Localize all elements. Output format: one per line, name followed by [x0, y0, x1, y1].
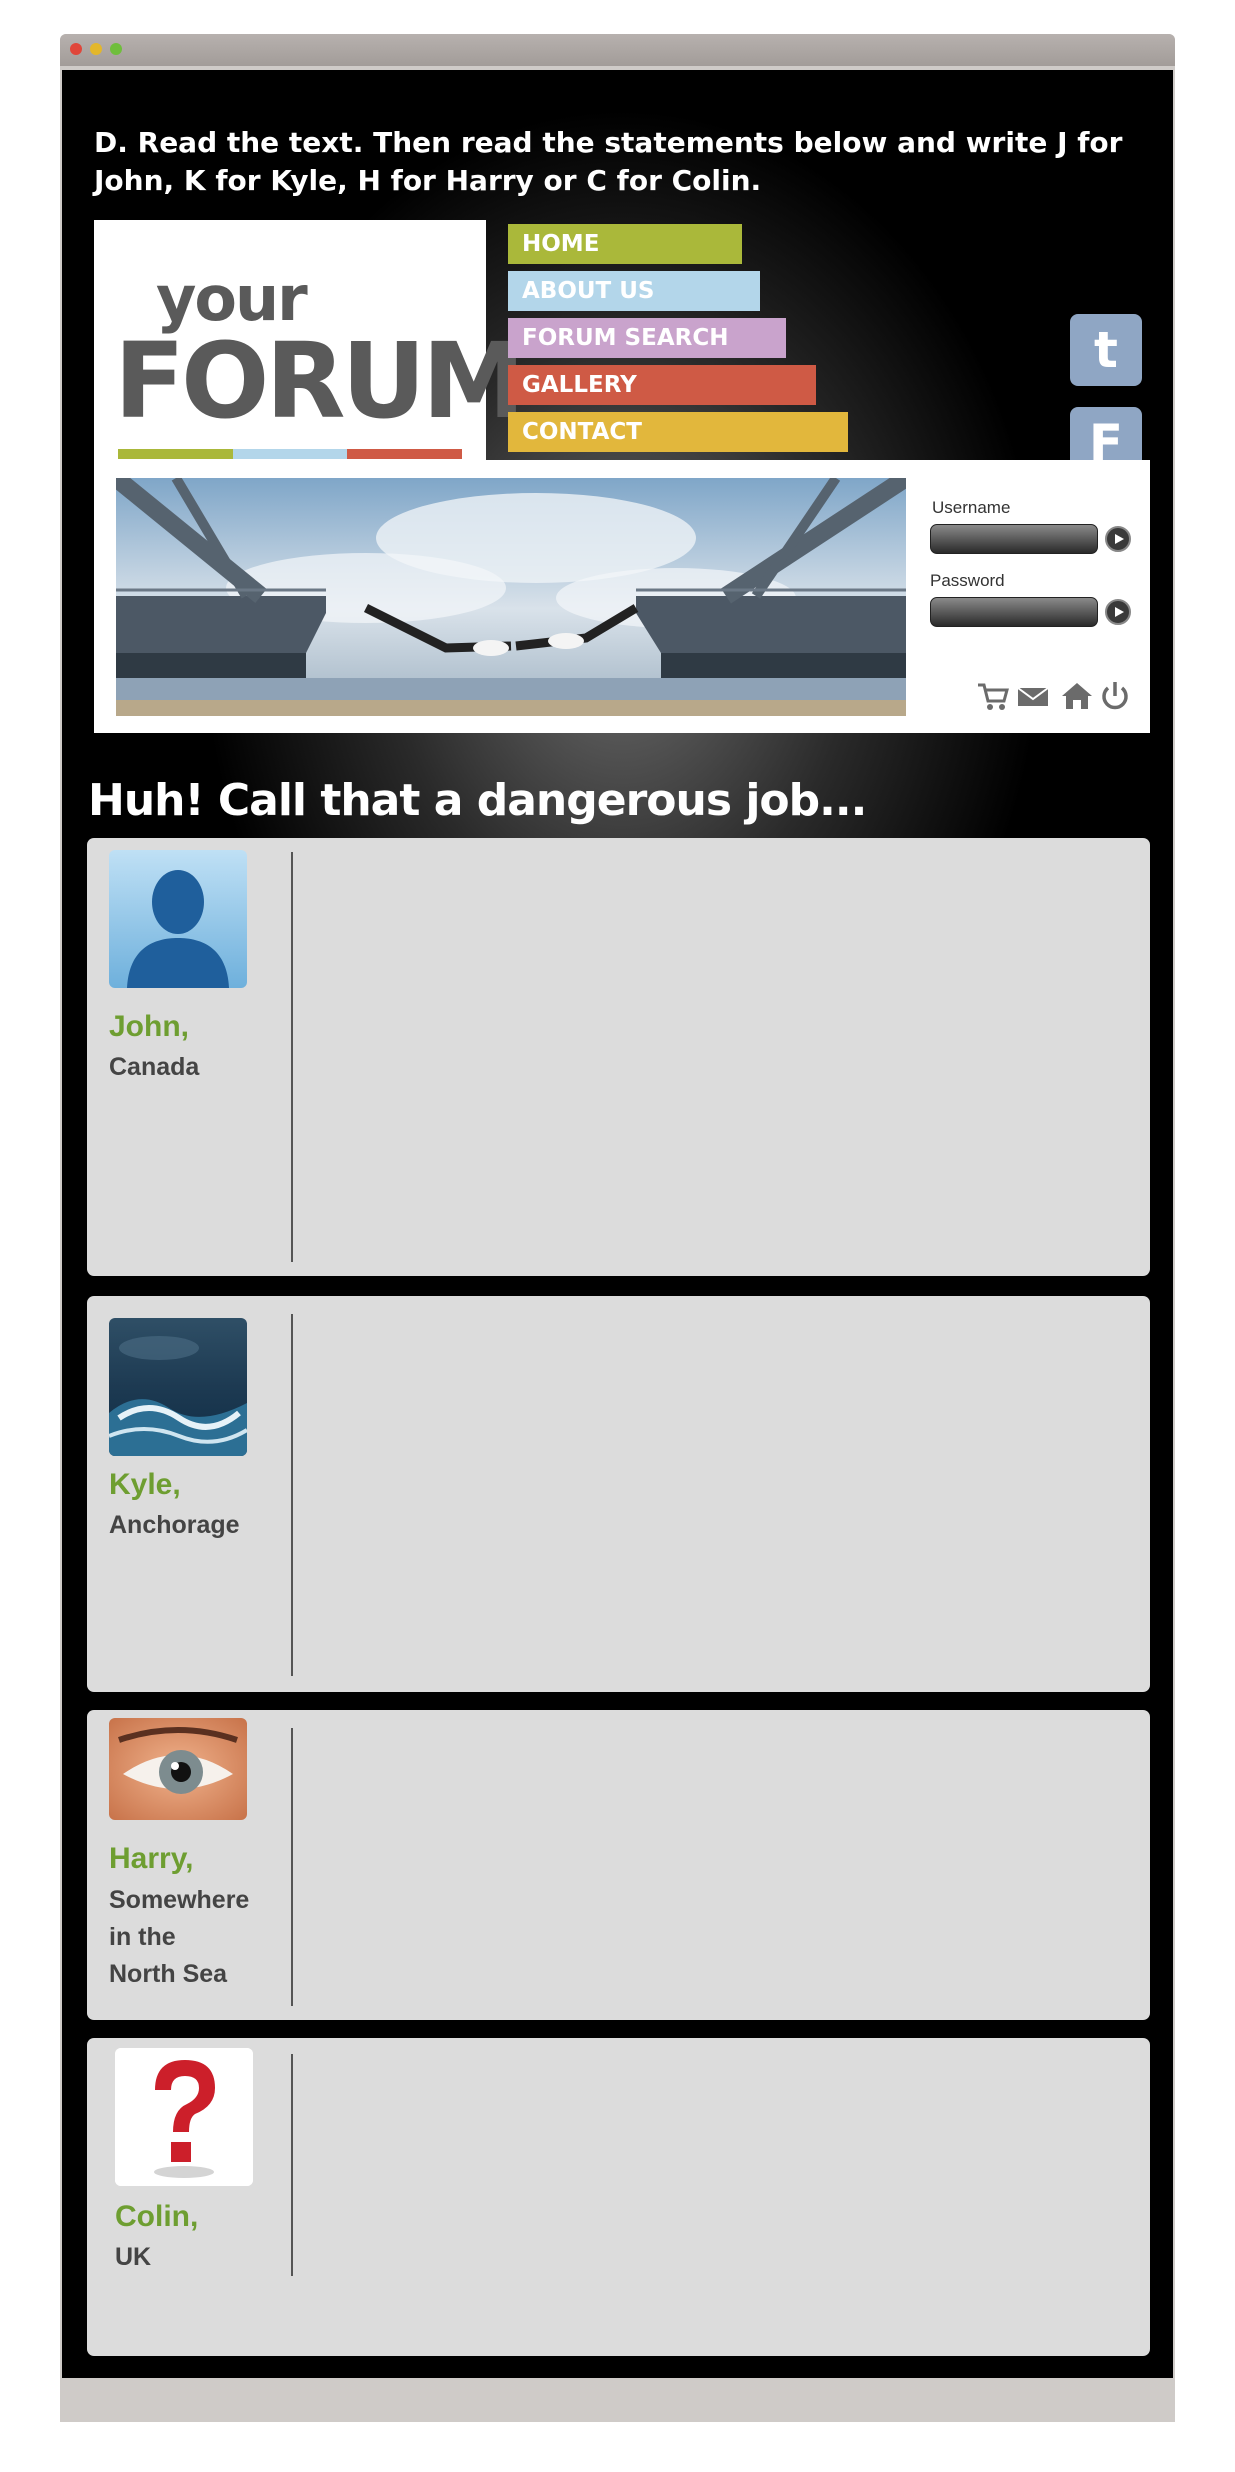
username-label: Username	[932, 498, 1011, 517]
forum-thread-title: Huh! Call that a dangerous job...	[88, 775, 867, 826]
maximize-window-button[interactable]	[110, 43, 122, 55]
nav-gallery[interactable]: GALLERY	[508, 365, 816, 405]
username-submit-button[interactable]	[1105, 526, 1131, 552]
mail-icon[interactable]	[1016, 679, 1050, 713]
password-field[interactable]	[930, 597, 1098, 627]
post-author-location: Somewhere in the North Sea	[109, 1886, 250, 1988]
forum-post-harry: Harry, Somewhere in the North Sea	[87, 1710, 1150, 2020]
nav-forum-search[interactable]: FORUM SEARCH	[508, 318, 786, 358]
task-instruction: D. Read the text. Then read the statemen…	[94, 126, 1123, 197]
close-window-button[interactable]	[70, 43, 82, 55]
nav-home[interactable]: HOME	[508, 224, 742, 264]
home-icon[interactable]	[1060, 679, 1094, 713]
forum-header: your FORUM HOME ABOUT US FORUM SEARCH GA…	[94, 220, 1150, 733]
minimize-window-button[interactable]	[90, 43, 102, 55]
silhouette-avatar	[109, 850, 247, 988]
eye-avatar	[109, 1718, 247, 1820]
post-author-name: Kyle,	[109, 1468, 181, 1501]
forum-post-colin: Colin, UK	[87, 2038, 1150, 2356]
forum-post-kyle: Kyle, Anchorage	[87, 1296, 1150, 1692]
post-divider	[291, 1728, 293, 2006]
tumblr-button[interactable]: t	[1070, 314, 1142, 386]
password-submit-button[interactable]	[1105, 599, 1131, 625]
post-divider	[291, 2054, 293, 2276]
post-author-name: Colin,	[115, 2200, 199, 2233]
question-mark-avatar	[115, 2048, 253, 2186]
post-author-location: UK	[115, 2243, 152, 2271]
logo-word-forum: FORUM	[114, 320, 525, 442]
logo-color-bars	[118, 449, 463, 459]
page-content: D. Read the text. Then read the statemen…	[62, 70, 1173, 2378]
banner-panel: Username Password	[94, 460, 1150, 733]
post-divider	[291, 1314, 293, 1676]
post-author-name: John,	[109, 1010, 189, 1043]
forum-post-john: John, Canada	[87, 838, 1150, 1276]
power-icon[interactable]	[1098, 679, 1132, 713]
nav-about-us[interactable]: ABOUT US	[508, 271, 760, 311]
username-field[interactable]	[930, 524, 1098, 554]
post-author-location: Anchorage	[109, 1511, 240, 1539]
window-titlebar	[60, 34, 1175, 66]
post-divider	[291, 852, 293, 1262]
forum-logo[interactable]: your FORUM	[94, 220, 525, 460]
post-author-name: Harry,	[109, 1842, 194, 1875]
browser-window: D. Read the text. Then read the statemen…	[60, 34, 1175, 2422]
password-label: Password	[930, 571, 1005, 590]
post-author-location: Canada	[109, 1053, 200, 1081]
cart-icon[interactable]	[976, 679, 1010, 713]
nav-contact[interactable]: CONTACT	[508, 412, 848, 452]
stormy-sea-avatar	[109, 1318, 247, 1456]
window-bottom-bar	[60, 2378, 1175, 2422]
bridge-banner-image	[116, 478, 906, 716]
